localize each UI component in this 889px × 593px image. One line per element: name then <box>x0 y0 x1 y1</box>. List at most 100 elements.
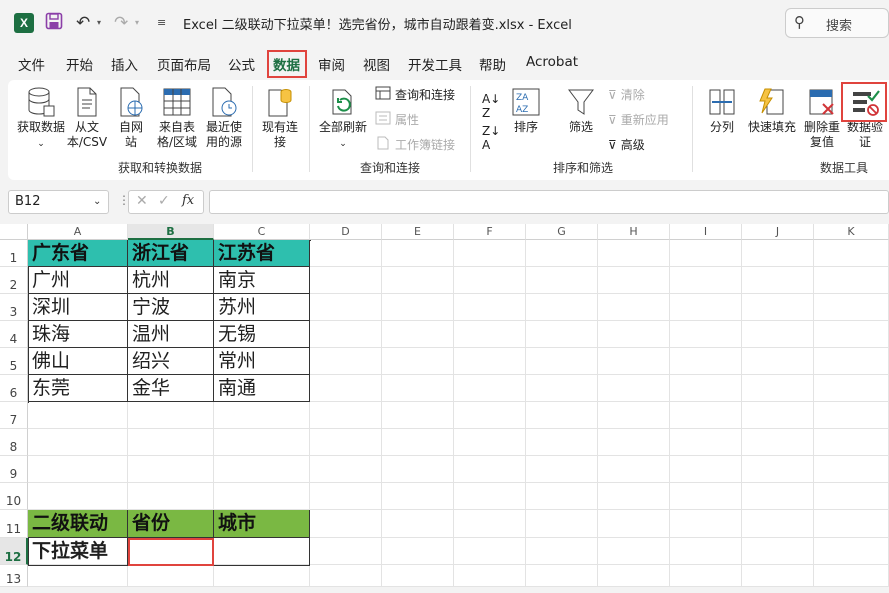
row-header-6[interactable]: 6 <box>0 375 28 402</box>
grid-cell[interactable] <box>670 538 742 565</box>
grid-cell[interactable] <box>742 565 814 587</box>
row-header-11[interactable]: 11 <box>0 510 28 538</box>
row-header-7[interactable]: 7 <box>0 402 28 429</box>
grid-cell[interactable] <box>814 375 889 402</box>
grid-cell[interactable] <box>742 429 814 456</box>
grid-cell[interactable] <box>742 240 814 267</box>
grid-cell[interactable] <box>28 429 128 456</box>
grid-cell[interactable] <box>814 321 889 348</box>
grid-cell[interactable] <box>814 510 889 538</box>
grid-cell[interactable] <box>742 375 814 402</box>
tab-developer[interactable]: 开发工具 <box>408 54 462 74</box>
from-table-button[interactable]: 来自表格/区域 <box>155 86 199 150</box>
grid-cell[interactable] <box>526 294 598 321</box>
grid-cell[interactable] <box>598 565 670 587</box>
column-header-d[interactable]: D <box>310 224 382 240</box>
grid-cell[interactable] <box>670 348 742 375</box>
grid-cell[interactable] <box>670 294 742 321</box>
row-header-3[interactable]: 3 <box>0 294 28 321</box>
grid-cell[interactable] <box>382 483 454 510</box>
grid-cell[interactable] <box>382 429 454 456</box>
grid-cell[interactable] <box>382 510 454 538</box>
grid-cell[interactable] <box>670 429 742 456</box>
city-dropdown-cell[interactable] <box>214 538 310 566</box>
grid-cell[interactable] <box>310 456 382 483</box>
formula-input[interactable] <box>209 190 889 214</box>
table-cell[interactable]: 佛山 <box>28 348 128 375</box>
grid-cell[interactable] <box>310 538 382 565</box>
grid-cell[interactable] <box>128 429 214 456</box>
grid-cell[interactable] <box>598 483 670 510</box>
grid-cell[interactable] <box>598 510 670 538</box>
grid-cell[interactable] <box>742 321 814 348</box>
table-cell[interactable]: 金华 <box>128 375 214 402</box>
table-cell[interactable]: 珠海 <box>28 321 128 348</box>
grid-cell[interactable] <box>526 565 598 587</box>
column-header-h[interactable]: H <box>598 224 670 240</box>
column-header-e[interactable]: E <box>382 224 454 240</box>
header-jiangsu[interactable]: 江苏省 <box>214 240 310 267</box>
grid-cell[interactable] <box>454 402 526 429</box>
grid-cell[interactable] <box>670 565 742 587</box>
table-cell[interactable]: 常州 <box>214 348 310 375</box>
grid-cell[interactable] <box>742 348 814 375</box>
table-cell[interactable]: 绍兴 <box>128 348 214 375</box>
grid-cell[interactable] <box>214 565 310 587</box>
grid-cell[interactable] <box>128 483 214 510</box>
header-city[interactable]: 城市 <box>214 510 310 538</box>
select-all-corner[interactable] <box>0 224 28 240</box>
province-dropdown-cell[interactable] <box>128 538 214 566</box>
text-to-columns-button[interactable]: 分列 <box>702 86 742 135</box>
grid-cell[interactable] <box>128 565 214 587</box>
redo-dropdown-icon[interactable]: ▾ <box>135 18 139 27</box>
table-cell[interactable]: 南通 <box>214 375 310 402</box>
filter-button[interactable]: 筛选 <box>562 86 600 135</box>
grid-cell[interactable] <box>598 294 670 321</box>
from-csv-button[interactable]: 从文本/CSV <box>64 86 110 150</box>
column-header-b[interactable]: B <box>128 224 214 240</box>
grid-cell[interactable] <box>310 565 382 587</box>
recent-sources-button[interactable]: 最近使用的源 <box>204 86 244 150</box>
grid-cell[interactable] <box>814 348 889 375</box>
grid-cell[interactable] <box>214 429 310 456</box>
sort-desc-icon[interactable]: Z↓ A <box>482 124 500 152</box>
grid-cell[interactable] <box>598 429 670 456</box>
header-cascade[interactable]: 二级联动 <box>28 510 128 538</box>
grid-cell[interactable] <box>670 402 742 429</box>
grid-cell[interactable] <box>454 321 526 348</box>
grid-cell[interactable] <box>598 402 670 429</box>
tab-file[interactable]: 文件 <box>18 54 45 74</box>
grid-cell[interactable] <box>670 375 742 402</box>
grid-cell[interactable] <box>310 483 382 510</box>
grid-cell[interactable] <box>454 565 526 587</box>
table-cell[interactable]: 宁波 <box>128 294 214 321</box>
grid-cell[interactable] <box>310 429 382 456</box>
row-header-12[interactable]: 12 <box>0 538 28 565</box>
grid-cell[interactable] <box>814 267 889 294</box>
grid-cell[interactable] <box>526 348 598 375</box>
grid-cell[interactable] <box>28 402 128 429</box>
table-cell[interactable]: 广州 <box>28 267 128 294</box>
grid-cell[interactable] <box>598 375 670 402</box>
cancel-icon[interactable]: ✕ <box>136 193 148 209</box>
customize-toolbar-icon[interactable]: ≡ <box>157 16 166 29</box>
grid-cell[interactable] <box>670 483 742 510</box>
grid-cell[interactable] <box>454 294 526 321</box>
table-cell[interactable]: 东莞 <box>28 375 128 402</box>
row-header-13[interactable]: 13 <box>0 565 28 587</box>
header-zhejiang[interactable]: 浙江省 <box>128 240 214 267</box>
row-header-2[interactable]: 2 <box>0 267 28 294</box>
grid-cell[interactable] <box>454 510 526 538</box>
grid-cell[interactable] <box>598 348 670 375</box>
dropdown-row-label[interactable]: 下拉菜单 <box>28 538 128 566</box>
tab-formulas[interactable]: 公式 <box>228 54 255 74</box>
grid-cell[interactable] <box>310 321 382 348</box>
table-cell[interactable]: 南京 <box>214 267 310 294</box>
redo-icon[interactable]: ↷ <box>114 12 128 34</box>
grid-cell[interactable] <box>814 456 889 483</box>
grid-cell[interactable] <box>382 456 454 483</box>
grid-cell[interactable] <box>670 510 742 538</box>
queries-connections-button[interactable]: 查询和连接 <box>375 86 455 103</box>
grid-cell[interactable] <box>310 294 382 321</box>
grid-cell[interactable] <box>742 510 814 538</box>
